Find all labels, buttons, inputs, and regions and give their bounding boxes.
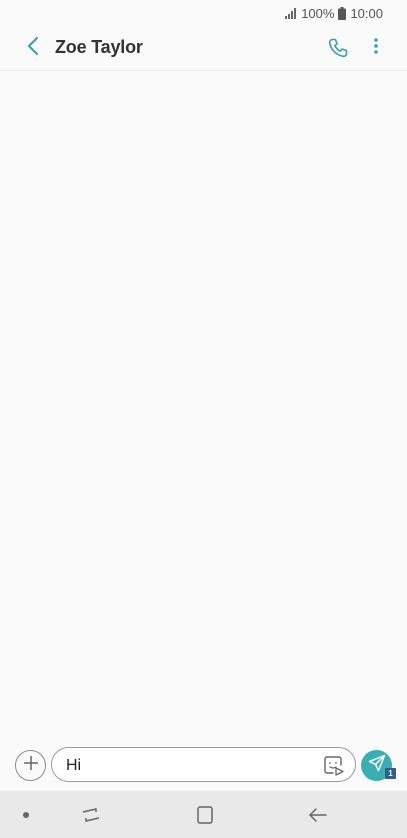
status-time: 10:00 (350, 5, 383, 21)
navigation-bar (0, 791, 407, 838)
message-input-value: Hi (66, 757, 82, 774)
call-button[interactable] (326, 36, 350, 60)
plus-icon (23, 755, 39, 776)
message-composer: Hi 1 (0, 744, 407, 786)
recents-button[interactable] (80, 804, 102, 826)
messages-screen: 100% 10:00 Zoe Taylor Hi 1 (0, 0, 407, 838)
battery-icon (338, 6, 347, 20)
home-icon (197, 806, 213, 824)
back-button[interactable] (22, 36, 44, 60)
sim-badge: 1 (385, 768, 396, 779)
attach-button[interactable] (15, 750, 46, 781)
sticker-icon (324, 756, 344, 776)
dot-icon[interactable] (23, 812, 29, 818)
conversation-header: Zoe Taylor (0, 26, 407, 70)
phone-icon (326, 38, 350, 64)
more-options-button[interactable] (366, 36, 386, 60)
message-input[interactable]: Hi (51, 747, 356, 782)
battery-percent: 100% (301, 5, 335, 21)
back-nav-button[interactable] (307, 804, 329, 826)
sticker-button[interactable] (322, 754, 344, 776)
chevron-left-icon (27, 36, 39, 61)
back-arrow-icon (309, 808, 327, 822)
signal-icon (285, 7, 297, 19)
home-button[interactable] (194, 804, 216, 826)
recents-icon (82, 808, 100, 822)
conversation-area[interactable] (0, 71, 407, 752)
send-icon (368, 754, 386, 777)
more-vertical-icon (374, 37, 378, 59)
status-bar: 100% 10:00 (0, 0, 407, 26)
contact-name: Zoe Taylor (55, 37, 143, 57)
